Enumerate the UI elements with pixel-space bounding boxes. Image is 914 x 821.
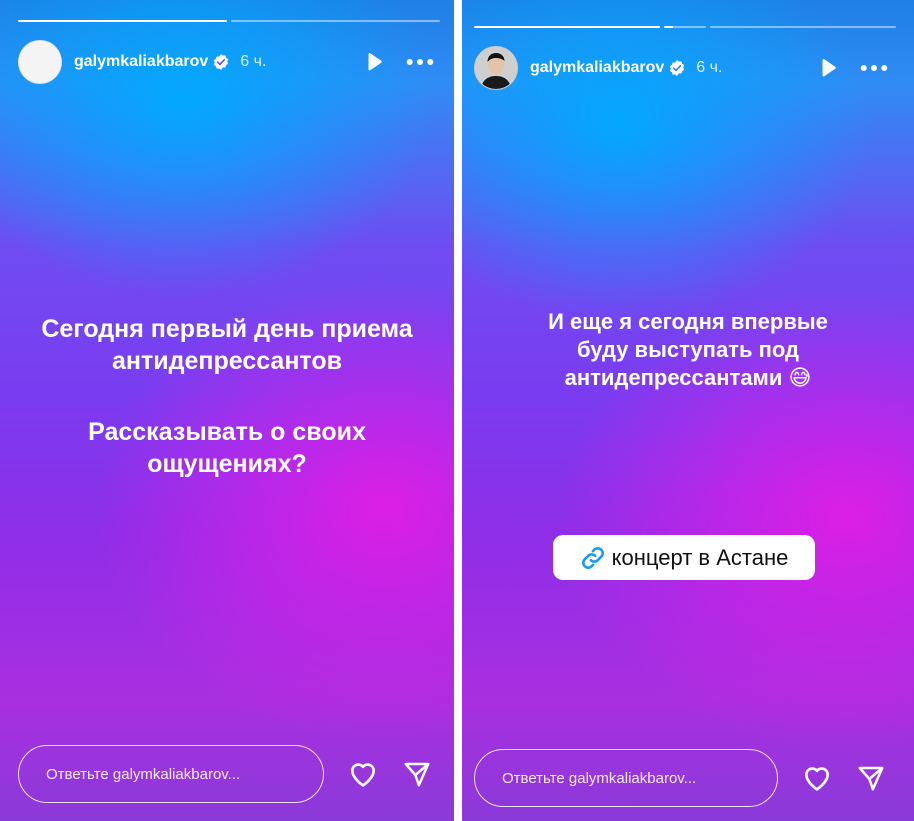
story-progress-bar <box>474 26 896 28</box>
username[interactable]: galymkaliakbarov <box>74 53 208 71</box>
stories-viewer: galymkaliakbarov 6 ч. Сегодня первый ден… <box>0 0 914 821</box>
play-icon <box>368 53 382 71</box>
send-icon <box>858 766 884 791</box>
share-button[interactable] <box>854 761 888 795</box>
story-text-line: Сегодня первый день приема <box>41 315 413 343</box>
story-card-2[interactable]: galymkaliakbarov 6 ч. И еще я сегодня вп… <box>462 0 914 821</box>
verified-badge-icon <box>668 59 686 77</box>
story-header: galymkaliakbarov 6 ч. <box>474 46 888 90</box>
more-dots-icon <box>406 59 434 65</box>
story-timestamp: 6 ч. <box>696 59 723 76</box>
story-divider <box>454 0 462 821</box>
story-text-line: антидепрессантов <box>111 347 342 375</box>
story-text-line: буду выступать под <box>576 337 799 362</box>
progress-segment <box>709 26 896 28</box>
more-options-button[interactable] <box>860 54 888 82</box>
play-button[interactable] <box>360 48 388 76</box>
more-options-button[interactable] <box>406 48 434 76</box>
story-card-1[interactable]: galymkaliakbarov 6 ч. Сегодня первый ден… <box>0 0 454 821</box>
story-text-question: Рассказывать о своих ощущениях? <box>0 416 454 480</box>
story-footer: Ответьте galymkaliakbarov... <box>18 745 434 803</box>
send-icon <box>404 762 430 787</box>
like-button[interactable] <box>346 757 380 791</box>
story-text-line: И еще я сегодня впервые <box>548 309 828 334</box>
heart-icon <box>350 763 376 787</box>
link-icon <box>581 546 604 569</box>
progress-segment <box>474 26 661 28</box>
story-footer: Ответьте galymkaliakbarov... <box>474 749 894 807</box>
story-text-line: Рассказывать о своих <box>88 418 366 446</box>
story-text-primary: И еще я сегодня впервые буду выступать п… <box>462 308 914 392</box>
story-timestamp: 6 ч. <box>240 53 267 70</box>
link-sticker[interactable]: концерт в Астане <box>553 535 815 580</box>
progress-segment <box>664 26 706 28</box>
story-text-line: ощущениях? <box>147 450 307 478</box>
progress-segment <box>231 20 440 22</box>
story-text-primary: Сегодня первый день приема антидепрессан… <box>0 313 454 377</box>
username[interactable]: galymkaliakbarov <box>530 59 664 77</box>
story-header: galymkaliakbarov 6 ч. <box>18 40 434 84</box>
share-button[interactable] <box>400 757 434 791</box>
more-dots-icon <box>860 65 888 71</box>
play-button[interactable] <box>814 54 842 82</box>
reply-input[interactable]: Ответьте galymkaliakbarov... <box>18 745 324 803</box>
verified-badge-icon <box>212 53 230 71</box>
like-button[interactable] <box>800 761 834 795</box>
play-icon <box>822 59 836 77</box>
story-text-line: антидепрессантами 😅 <box>564 365 812 390</box>
heart-icon <box>804 767 830 791</box>
avatar[interactable] <box>18 40 62 84</box>
reply-input[interactable]: Ответьте galymkaliakbarov... <box>474 749 778 807</box>
progress-segment <box>18 20 227 22</box>
link-sticker-label: концерт в Астане <box>611 544 789 570</box>
story-progress-bar <box>18 20 440 22</box>
avatar[interactable] <box>474 46 518 90</box>
